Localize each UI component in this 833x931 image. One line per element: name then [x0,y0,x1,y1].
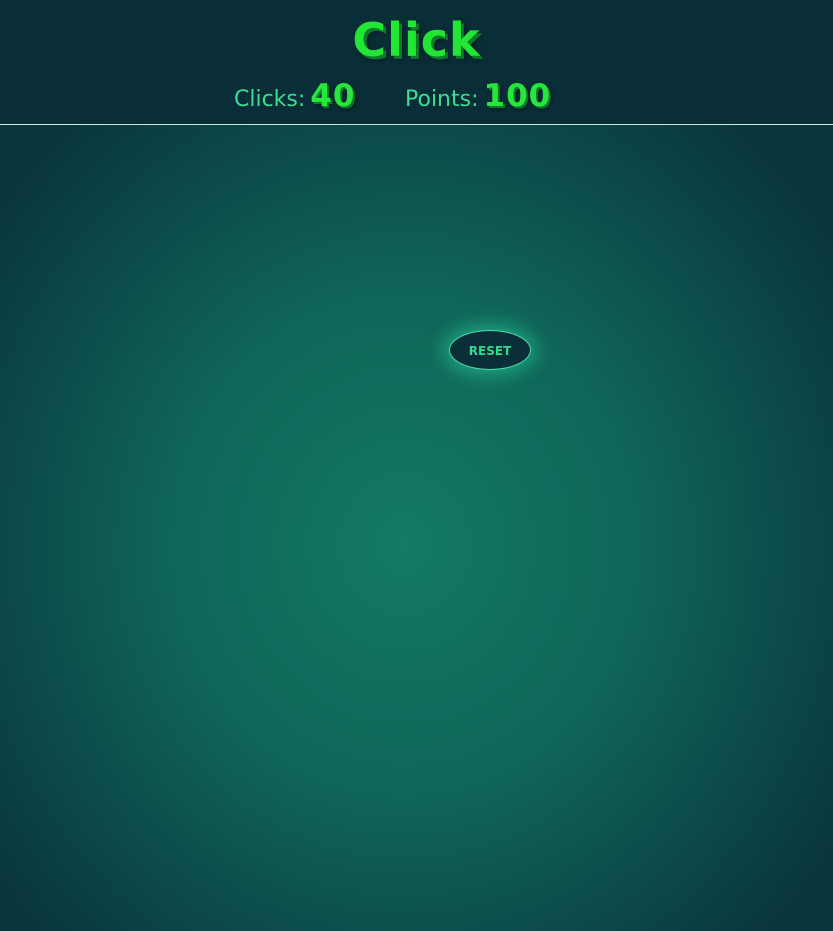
reset-button[interactable]: RESET [449,330,531,370]
clicks-value: 40 [310,78,356,114]
clicks-counter: Clicks: 40 [234,78,355,118]
points-label: Points: [405,87,479,112]
header-bar: Click Clicks: 40 Points: 100 [0,0,833,125]
points-counter: Points: 100 [405,78,551,118]
play-area[interactable] [0,125,833,931]
clicks-label: Clicks: [234,87,306,112]
points-value: 100 [483,78,552,114]
game-title: Click [352,13,481,67]
